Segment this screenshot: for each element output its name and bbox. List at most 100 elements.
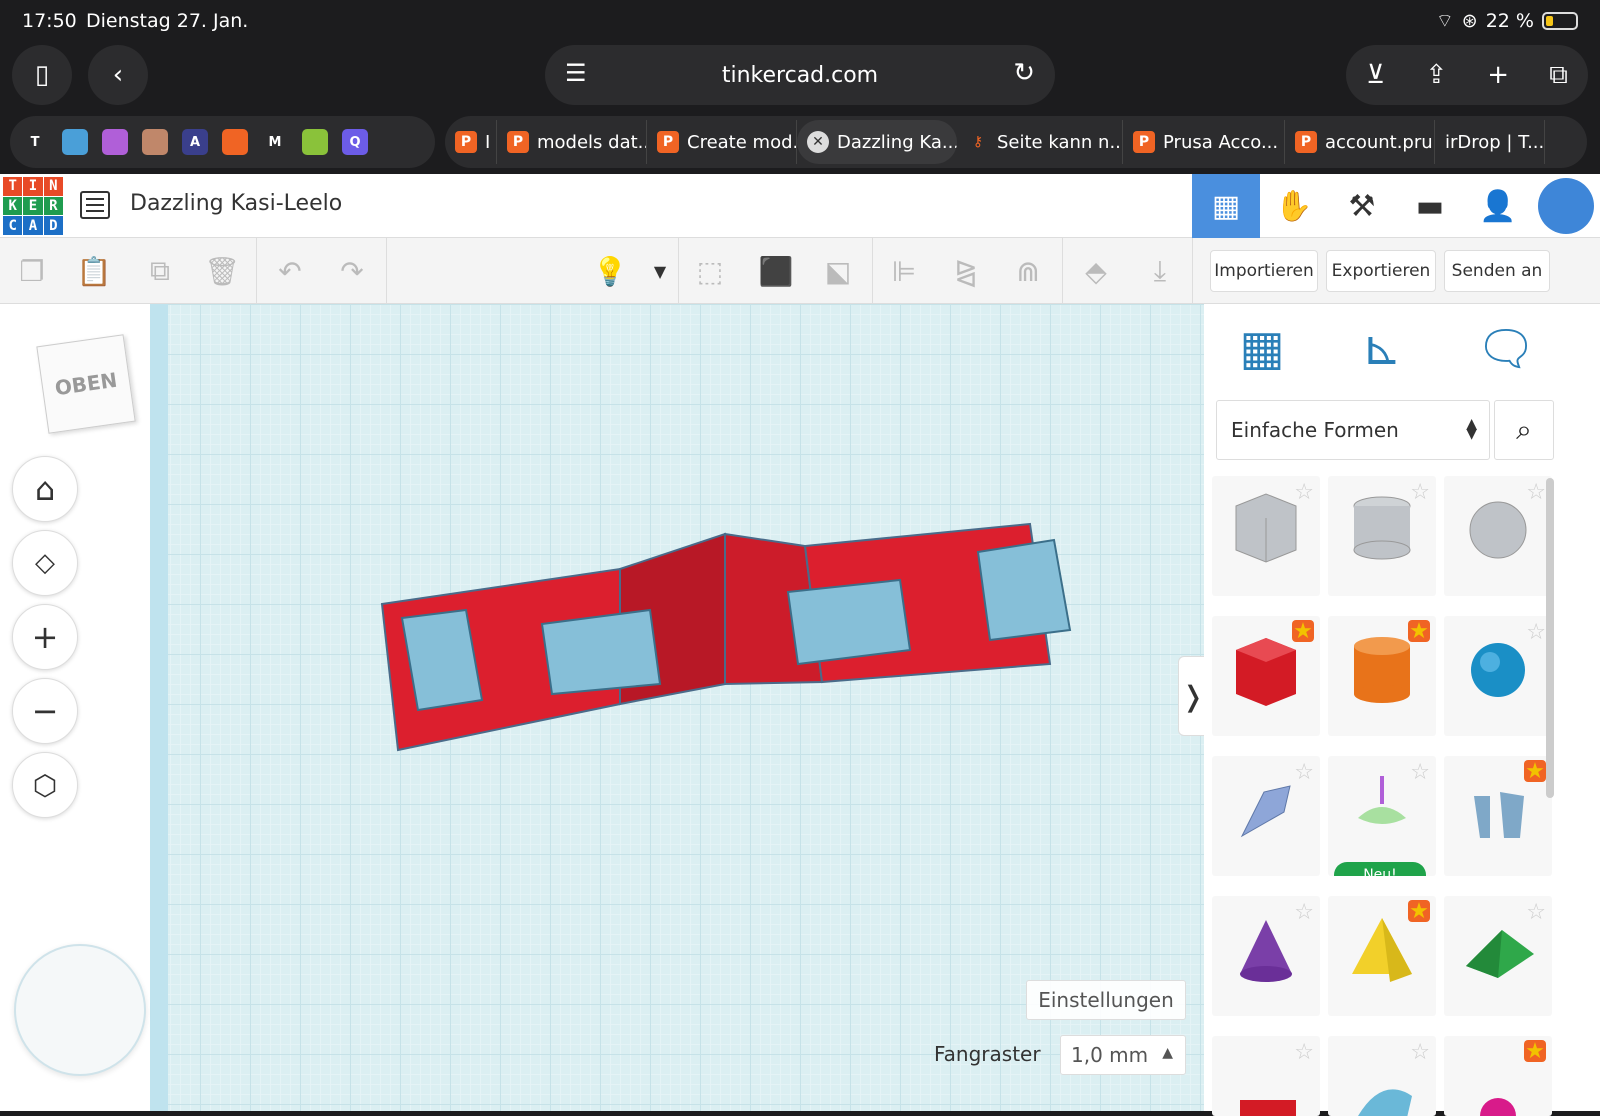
pinned-tab[interactable] bbox=[302, 129, 328, 155]
orbit-control[interactable] bbox=[14, 944, 146, 1076]
shape-text-shape[interactable]: ★ bbox=[1444, 756, 1552, 876]
view-cube[interactable]: OBEN bbox=[36, 334, 136, 434]
home-view-icon[interactable]: ⌂ bbox=[12, 456, 78, 522]
bricks-view-icon[interactable]: ⚒ bbox=[1328, 174, 1396, 238]
3d-model[interactable] bbox=[370, 514, 1090, 774]
tab[interactable]: P Create mod... bbox=[647, 120, 797, 164]
duplicate-icon[interactable]: ⧉ bbox=[140, 252, 180, 290]
cruise-icon[interactable]: ⬕ bbox=[818, 252, 858, 290]
favorite-star-icon[interactable]: ★ bbox=[1524, 759, 1546, 784]
shape-box[interactable]: ★ bbox=[1212, 616, 1320, 736]
dropdown-arrow-icon[interactable]: ▼ bbox=[640, 252, 680, 290]
sidebar-toggle-icon[interactable]: ▯ bbox=[12, 45, 72, 105]
shape-category-select[interactable]: Einfache Formen ▲ ▼ bbox=[1216, 400, 1490, 460]
model-block-right[interactable] bbox=[786, 578, 912, 666]
favorite-star-icon[interactable]: ☆ bbox=[1526, 620, 1546, 645]
share-icon[interactable]: ⇪ bbox=[1425, 60, 1447, 90]
model-block-left[interactable] bbox=[540, 608, 662, 696]
light-bulb-icon[interactable]: 💡 bbox=[590, 252, 630, 290]
shape-sphere[interactable]: ☆ bbox=[1444, 616, 1552, 736]
favorite-star-icon[interactable]: ☆ bbox=[1294, 760, 1314, 785]
ruler-icon[interactable]: ⊾ bbox=[1350, 316, 1414, 380]
magnet-icon[interactable]: ⋒ bbox=[1008, 252, 1048, 290]
group-icon[interactable]: ⬚ bbox=[690, 252, 730, 290]
snap-grid-select[interactable]: 1,0 mm ▲ bbox=[1060, 1035, 1186, 1075]
favorite-star-icon[interactable]: ☆ bbox=[1410, 760, 1430, 785]
favorite-star-icon[interactable]: ☆ bbox=[1526, 900, 1546, 925]
shape-pyramid[interactable]: ★ bbox=[1328, 896, 1436, 1016]
search-icon[interactable]: ⌕ bbox=[1494, 400, 1554, 460]
shape-torus[interactable]: ★ bbox=[1444, 1036, 1552, 1116]
shape-scribble[interactable]: ☆ bbox=[1212, 756, 1320, 876]
reload-icon[interactable]: ↻ bbox=[1013, 58, 1035, 88]
favorite-star-icon[interactable]: ☆ bbox=[1526, 480, 1546, 505]
favorite-star-icon[interactable]: ☆ bbox=[1410, 480, 1430, 505]
fit-view-icon[interactable]: ◇ bbox=[12, 530, 78, 596]
tab[interactable]: PI bbox=[445, 120, 497, 164]
workplane-icon[interactable]: ⬘ bbox=[1076, 252, 1116, 290]
import-button[interactable]: Importieren bbox=[1210, 250, 1318, 292]
add-user-icon[interactable]: 👤 bbox=[1464, 174, 1532, 238]
tab[interactable]: ⚷ Seite kann n... bbox=[957, 120, 1123, 164]
favorite-star-icon[interactable]: ★ bbox=[1292, 619, 1314, 644]
ungroup-icon[interactable]: ⬛ bbox=[756, 252, 796, 290]
tab-active[interactable]: ✕ Dazzling Ka... bbox=[797, 120, 957, 164]
back-icon[interactable]: ‹ bbox=[88, 45, 148, 105]
design-list-icon[interactable] bbox=[80, 191, 110, 219]
tinkercad-logo[interactable]: TIN KER CAD bbox=[3, 177, 63, 235]
drop-icon[interactable]: ⤓ bbox=[1140, 252, 1180, 290]
shape-box-hole[interactable]: ☆ bbox=[1212, 476, 1320, 596]
download-icon[interactable]: ⊻ bbox=[1366, 60, 1385, 90]
tab[interactable]: P Prusa Acco... bbox=[1123, 120, 1285, 164]
favorite-star-icon[interactable]: ☆ bbox=[1410, 1040, 1430, 1065]
undo-icon[interactable]: ↶ bbox=[270, 252, 310, 290]
workplane-canvas[interactable]: OBEN ⌂ ◇ + − ⬡ ❭ Einstellungen Fangraste… bbox=[0, 304, 1226, 1111]
pinned-tab[interactable]: M bbox=[262, 129, 288, 155]
favorite-star-icon[interactable]: ★ bbox=[1408, 619, 1430, 644]
avatar[interactable] bbox=[1532, 174, 1600, 238]
align-icon[interactable]: ⊫ bbox=[884, 252, 924, 290]
paste-icon[interactable]: 📋 bbox=[74, 252, 114, 290]
tabs-overview-icon[interactable]: ⧉ bbox=[1549, 60, 1568, 91]
zoom-out-icon[interactable]: − bbox=[12, 678, 78, 744]
page-menu-icon[interactable]: ☰ bbox=[565, 59, 587, 87]
send-to-button[interactable]: Senden an bbox=[1444, 250, 1550, 292]
tab[interactable]: Paccount.pru... bbox=[1285, 120, 1435, 164]
shape-roof[interactable]: ☆ bbox=[1444, 896, 1552, 1016]
pinned-tab[interactable]: A bbox=[182, 129, 208, 155]
shape-sphere-hole[interactable]: ☆ bbox=[1444, 476, 1552, 596]
shape-half-sphere[interactable]: ☆ bbox=[1328, 1036, 1436, 1116]
new-tab-icon[interactable]: + bbox=[1487, 60, 1509, 90]
favorite-star-icon[interactable]: ★ bbox=[1408, 899, 1430, 924]
blocks-view-icon[interactable]: ✋ bbox=[1260, 174, 1328, 238]
zoom-in-icon[interactable]: + bbox=[12, 604, 78, 670]
pinned-tab[interactable]: T bbox=[22, 129, 48, 155]
copy-icon[interactable]: ❐ bbox=[12, 252, 52, 290]
sim-lab-icon[interactable]: ▬ bbox=[1396, 174, 1464, 238]
tab[interactable]: irDrop | T... bbox=[1435, 120, 1545, 164]
settings-button[interactable]: Einstellungen bbox=[1026, 980, 1186, 1020]
shape-text[interactable]: ☆ bbox=[1212, 1036, 1320, 1116]
panel-scrollbar[interactable] bbox=[1546, 478, 1554, 798]
tab[interactable]: Pmodels dat... bbox=[497, 120, 647, 164]
shape-cylinder-hole[interactable]: ☆ bbox=[1328, 476, 1436, 596]
close-tab-icon[interactable]: ✕ bbox=[807, 131, 829, 153]
pinned-tab[interactable]: Q bbox=[342, 129, 368, 155]
3d-design-view-icon[interactable]: ▦ bbox=[1192, 174, 1260, 238]
export-button[interactable]: Exportieren bbox=[1326, 250, 1436, 292]
design-title[interactable]: Dazzling Kasi-Leelo bbox=[130, 191, 342, 216]
address-bar[interactable]: ☰ tinkercad.com ↻ bbox=[545, 45, 1055, 105]
favorite-star-icon[interactable]: ☆ bbox=[1294, 900, 1314, 925]
redo-icon[interactable]: ↷ bbox=[332, 252, 372, 290]
shape-spinner[interactable]: ☆ Neu! bbox=[1328, 756, 1436, 876]
perspective-icon[interactable]: ⬡ bbox=[12, 752, 78, 818]
pinned-tab[interactable] bbox=[142, 129, 168, 155]
shape-cylinder[interactable]: ★ bbox=[1328, 616, 1436, 736]
pinned-tab[interactable] bbox=[222, 129, 248, 155]
pinned-tab[interactable] bbox=[102, 129, 128, 155]
model-cylinder-right[interactable] bbox=[976, 538, 1072, 642]
shape-cone[interactable]: ☆ bbox=[1212, 896, 1320, 1016]
workplane-grid-icon[interactable]: ▦ bbox=[1230, 316, 1294, 380]
delete-icon[interactable]: 🗑 bbox=[202, 252, 242, 290]
pinned-tab[interactable] bbox=[62, 129, 88, 155]
